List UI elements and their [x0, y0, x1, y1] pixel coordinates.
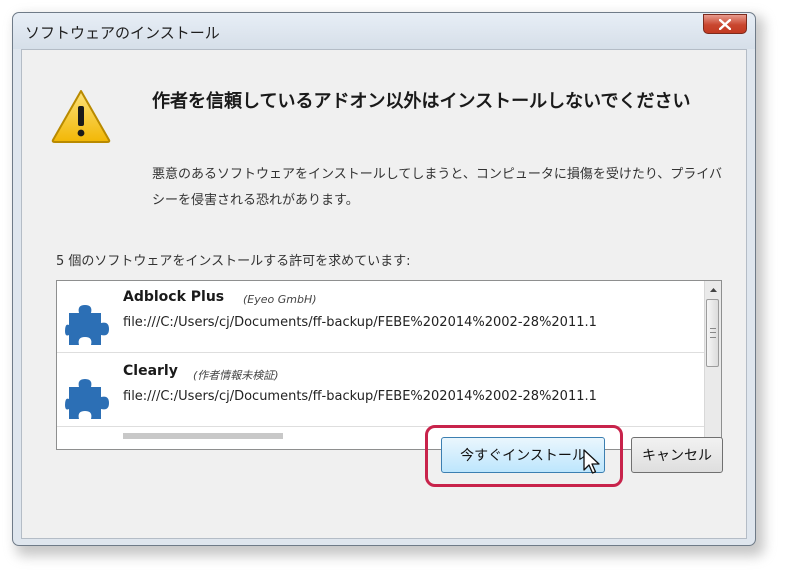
scroll-thumb[interactable] — [706, 299, 719, 367]
scroll-up-button[interactable] — [705, 281, 721, 298]
install-now-button[interactable]: 今すぐインストール — [441, 437, 605, 473]
grip-icon — [709, 328, 716, 338]
scroll-up-icon — [709, 287, 717, 292]
mouse-pointer-icon — [583, 449, 600, 474]
title-bar[interactable]: ソフトウェアのインストール — [13, 13, 755, 49]
addon-name: Clearly — [123, 363, 178, 379]
list-scrollbar[interactable] — [704, 281, 721, 449]
window-title: ソフトウェアのインストール — [25, 24, 220, 42]
addon-path: file:///C:/Users/cj/Documents/ff-backup/… — [123, 315, 597, 330]
puzzle-icon — [65, 379, 109, 419]
addon-author: (作者情報未検証) — [193, 369, 279, 382]
addon-name: Adblock Plus — [123, 289, 225, 305]
list-item[interactable]: Adblock Plus (Eyeo GmbH) file:///C:/User… — [57, 281, 705, 353]
addon-author: (Eyeo GmbH) — [243, 293, 317, 306]
warning-description: 悪意のあるソフトウェアをインストールしてしまうと、コンピュータに損傷を受けたり、… — [152, 167, 723, 208]
addon-path: file:///C:/Users/cj/Documents/ff-backup/… — [123, 389, 597, 404]
warning-heading: 作者を信頼しているアドオン以外はインストールしないでください — [152, 91, 691, 112]
list-item[interactable]: Clearly (作者情報未検証) file:///C:/Users/cj/Do… — [57, 355, 705, 427]
install-prompt: 5 個のソフトウェアをインストールする許可を求めています: — [56, 254, 411, 269]
puzzle-icon — [65, 305, 109, 345]
addon-list[interactable]: Adblock Plus (Eyeo GmbH) file:///C:/User… — [56, 280, 722, 450]
cut-off-text — [123, 433, 283, 439]
close-button[interactable] — [703, 14, 747, 34]
install-dialog: ソフトウェアのインストール 作者を信頼しているアドオン以外はインストールしないで… — [12, 12, 756, 546]
warning-icon — [51, 90, 111, 143]
cancel-button[interactable]: キャンセル — [631, 437, 723, 473]
close-icon — [719, 18, 731, 30]
